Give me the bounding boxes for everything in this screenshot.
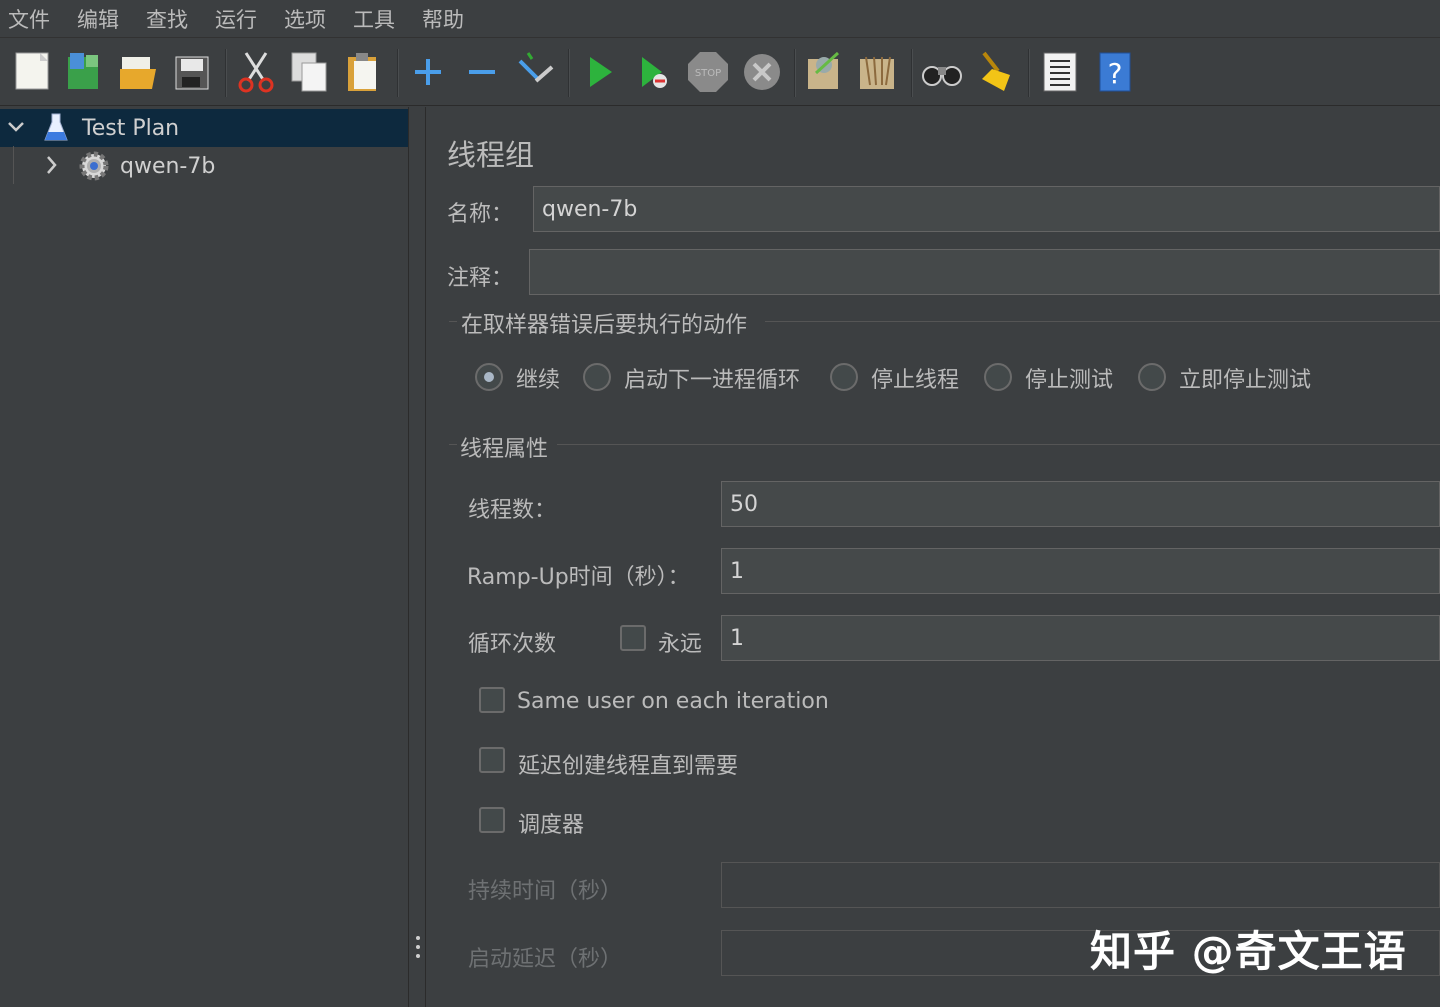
collapse-icon[interactable] (460, 49, 504, 95)
startup-delay-label: 启动延迟（秒） (468, 947, 623, 972)
expand-icon[interactable] (406, 49, 450, 95)
threads-label: 线程数： (468, 498, 557, 523)
function-helper-icon[interactable] (1038, 49, 1082, 95)
help-icon[interactable]: ? (1094, 49, 1138, 95)
menu-edit[interactable]: 编辑 (77, 4, 119, 34)
paste-icon[interactable] (342, 49, 386, 95)
menu-help[interactable]: 帮助 (422, 4, 464, 34)
forever-checkbox[interactable] (620, 625, 646, 651)
open-icon[interactable] (116, 49, 160, 95)
chevron-right-icon[interactable] (42, 153, 62, 181)
templates-icon[interactable] (62, 49, 106, 95)
duration-field (721, 862, 1440, 908)
radio-stop-thread[interactable] (830, 363, 858, 391)
radio-stop-test-now-label[interactable]: 立即停止测试 (1179, 362, 1311, 394)
same-user-checkbox[interactable] (479, 687, 505, 713)
scheduler-checkbox[interactable] (479, 807, 505, 833)
tree-label-thread-group: qwen-7b (120, 153, 216, 179)
menu-options[interactable]: 选项 (284, 4, 326, 34)
forever-label[interactable]: 永远 (658, 626, 702, 658)
duration-label: 持续时间（秒） (468, 879, 623, 904)
rampup-label: Ramp-Up时间（秒）： (467, 565, 690, 590)
search-icon[interactable] (920, 49, 964, 95)
panel-title: 线程组 (447, 138, 535, 172)
new-icon[interactable] (12, 49, 56, 95)
cut-icon[interactable] (234, 49, 278, 95)
radio-stop-thread-label[interactable]: 停止线程 (871, 362, 959, 394)
copy-icon[interactable] (288, 49, 332, 95)
tree-label-test-plan: Test Plan (82, 115, 180, 141)
svg-text:STOP: STOP (695, 68, 721, 79)
radio-stop-test-label[interactable]: 停止测试 (1025, 362, 1113, 394)
name-label: 名称： (447, 202, 514, 227)
radio-stop-test-now[interactable] (1138, 363, 1166, 391)
toolbar: STOP ? (0, 39, 1440, 106)
loop-count-label: 循环次数 (468, 632, 557, 657)
delay-create-checkbox[interactable] (479, 747, 505, 773)
gear-icon (76, 148, 112, 188)
comment-label: 注释： (447, 266, 514, 291)
radio-start-next-loop-label[interactable]: 启动下一进程循环 (624, 362, 800, 394)
reset-search-icon[interactable] (974, 49, 1018, 95)
flask-icon (42, 112, 70, 148)
delay-create-label[interactable]: 延迟创建线程直到需要 (518, 748, 738, 780)
menu-run[interactable]: 运行 (215, 4, 257, 34)
chevron-down-icon[interactable] (6, 115, 26, 143)
radio-continue-label[interactable]: 继续 (516, 362, 560, 394)
tree-item-thread-group[interactable]: qwen-7b (0, 147, 408, 185)
menu-bar: 文件 编辑 查找 运行 选项 工具 帮助 (0, 0, 1440, 38)
thread-group-panel: 线程组 名称： qwen-7b 注释： 在取样器错误后要执行的动作 继续 启动下… (427, 107, 1440, 1007)
tree-guide-line (13, 146, 14, 184)
save-icon[interactable] (170, 49, 214, 95)
split-pane-divider[interactable] (408, 107, 426, 1007)
name-field[interactable]: qwen-7b (533, 186, 1440, 232)
radio-continue[interactable] (475, 363, 503, 391)
shutdown-icon[interactable] (740, 49, 784, 95)
menu-tools[interactable]: 工具 (353, 4, 395, 34)
same-user-label[interactable]: Same user on each iteration (517, 689, 829, 714)
rampup-field[interactable]: 1 (721, 548, 1440, 594)
thread-props-group-title: 线程属性 (460, 437, 549, 462)
start-no-pause-icon[interactable] (632, 49, 676, 95)
clear-all-icon[interactable] (856, 49, 900, 95)
comment-field[interactable] (529, 249, 1440, 295)
tree-item-test-plan[interactable]: Test Plan (0, 109, 408, 147)
watermark: 知乎 @奇文王语 (1090, 927, 1407, 976)
radio-start-next-loop[interactable] (583, 363, 611, 391)
clear-icon[interactable] (802, 49, 846, 95)
scheduler-label[interactable]: 调度器 (518, 807, 584, 839)
loop-count-field[interactable]: 1 (721, 615, 1440, 661)
threads-field[interactable]: 50 (721, 481, 1440, 527)
menu-file[interactable]: 文件 (8, 4, 50, 34)
stop-icon[interactable]: STOP (686, 49, 730, 95)
test-plan-tree: Test Plan qwen-7b (0, 107, 408, 1007)
menu-search[interactable]: 查找 (146, 4, 188, 34)
radio-stop-test[interactable] (984, 363, 1012, 391)
start-icon[interactable] (578, 49, 622, 95)
svg-text:?: ? (1108, 57, 1123, 90)
error-action-group-title: 在取样器错误后要执行的动作 (461, 313, 748, 338)
toggle-icon[interactable] (514, 49, 558, 95)
